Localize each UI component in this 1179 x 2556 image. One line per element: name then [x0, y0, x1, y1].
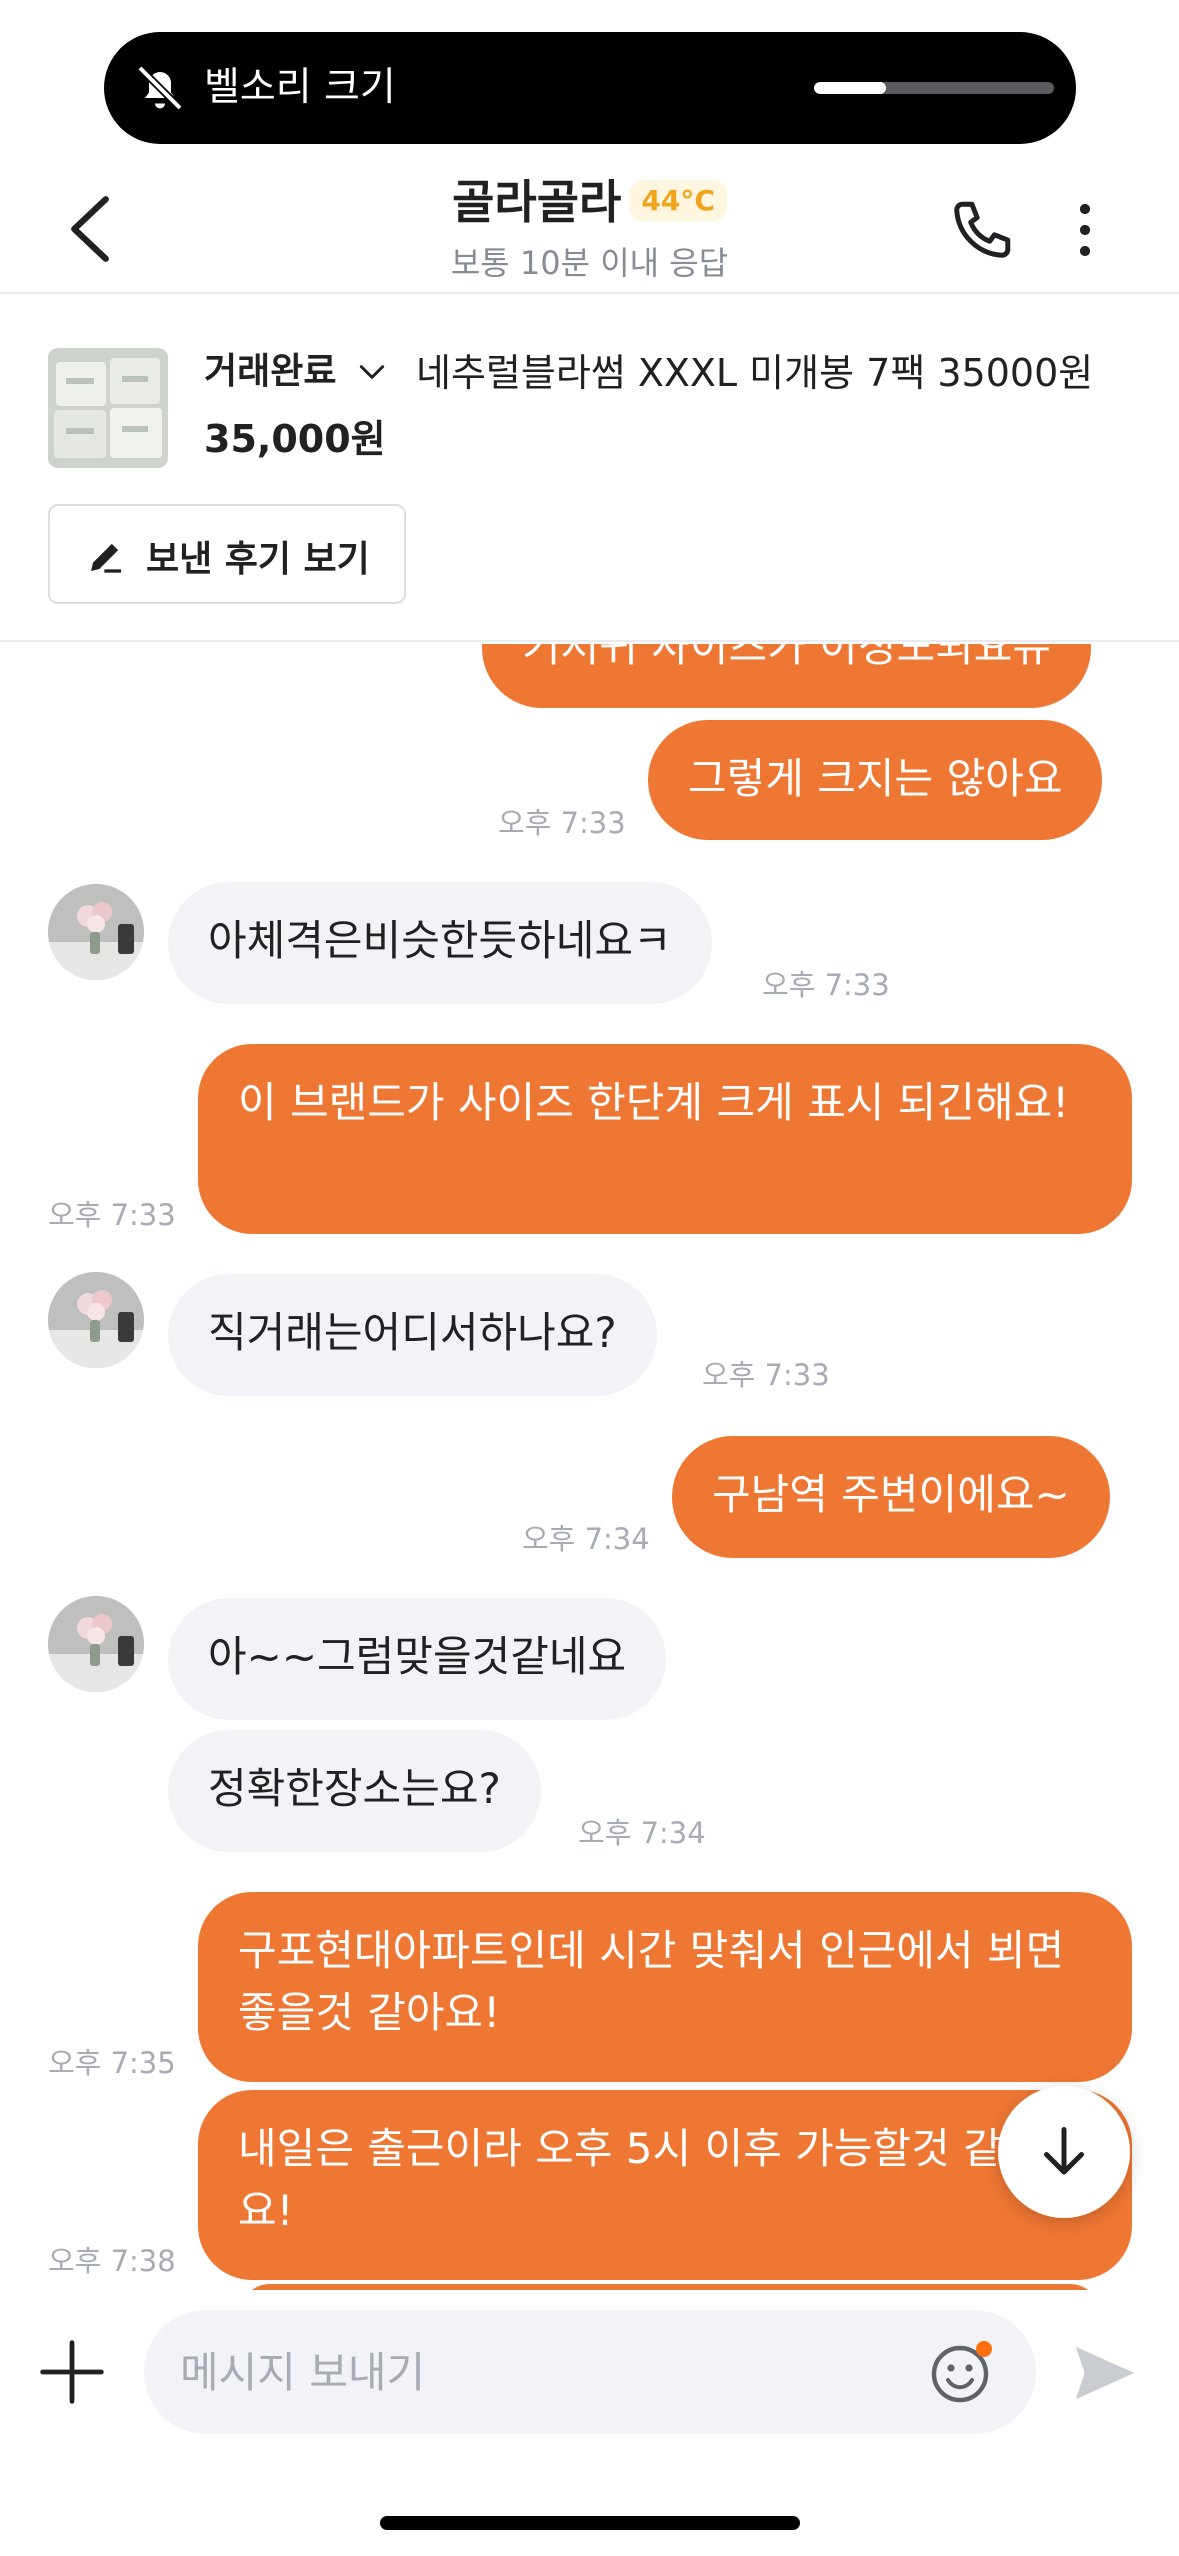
- chat-header: 골라골라 44°C 보통 10분 이내 응답: [0, 150, 1179, 294]
- message-time: 오후 7:33: [498, 806, 626, 840]
- message-time: 오후 7:34: [522, 1522, 650, 1556]
- more-vertical-icon[interactable]: [1070, 200, 1100, 260]
- message-time: 오후 7:35: [48, 2046, 176, 2080]
- home-indicator: [380, 2516, 800, 2530]
- message-time: 오후 7:33: [762, 968, 890, 1002]
- message-time: 오후 7:33: [48, 1198, 176, 1232]
- trade-status[interactable]: 거래완료: [204, 342, 336, 394]
- message-list[interactable]: 기저귀 사이즈가 이정도되요뉴 그렇게 크지는 않아요 오후 7:33 아체격은…: [0, 644, 1179, 2290]
- product-price: 35,000원: [204, 417, 386, 461]
- volume-bar: [814, 82, 1054, 94]
- message-input[interactable]: [144, 2310, 1036, 2434]
- scroll-to-bottom-button[interactable]: [998, 2086, 1130, 2218]
- volume-bar-fill: [814, 82, 886, 94]
- message-composer: [0, 2290, 1179, 2460]
- product-bar[interactable]: 거래완료 네추럴블라썸 XXXL 미개봉 7팩 35000원 35,000원 보…: [0, 296, 1179, 642]
- outgoing-message[interactable]: 기저귀 사이즈가 이정도되요뉴: [482, 644, 1092, 708]
- avatar[interactable]: [48, 1272, 144, 1368]
- incoming-message[interactable]: 아~~그럼맞을것같네요: [168, 1598, 667, 1720]
- incoming-message[interactable]: 직거래는어디서하나요?: [168, 1274, 657, 1396]
- arrow-down-icon: [1044, 2127, 1084, 2175]
- view-sent-review-label: 보낸 후기 보기: [146, 539, 370, 580]
- notification-dot: [976, 2341, 992, 2357]
- phone-icon[interactable]: [948, 194, 1018, 264]
- volume-hud: 벨소리 크기: [104, 32, 1076, 144]
- outgoing-message[interactable]: 구남역 주변이에요~: [672, 1436, 1110, 1558]
- incoming-message[interactable]: 아체격은비슷한듯하네요ㅋ: [168, 882, 712, 1004]
- avatar[interactable]: [48, 884, 144, 980]
- bell-off-icon: [137, 65, 183, 111]
- chevron-down-icon[interactable]: [356, 356, 388, 388]
- plus-icon[interactable]: [40, 2340, 104, 2404]
- message-time: 오후 7:34: [578, 1816, 706, 1850]
- message-time: 오후 7:33: [702, 1358, 830, 1392]
- manner-temperature-badge: 44°C: [629, 180, 727, 221]
- send-icon[interactable]: [1070, 2338, 1140, 2408]
- emoji-icon[interactable]: [930, 2340, 996, 2406]
- hud-label: 벨소리 크기: [204, 65, 396, 110]
- view-sent-review-button[interactable]: 보낸 후기 보기: [48, 504, 406, 604]
- product-title: 네추럴블라썸 XXXL 미개봉 7팩 35000원: [416, 351, 1094, 395]
- pen-icon: [91, 543, 121, 573]
- outgoing-message[interactable]: 구포현대아파트인데 시간 맞춰서 인근에서 뵈면 좋을것 같아요!: [198, 1892, 1132, 2082]
- outgoing-message[interactable]: 그렇게 크지는 않아요: [648, 720, 1103, 840]
- avatar[interactable]: [48, 1596, 144, 1692]
- incoming-message[interactable]: 정확한장소는요?: [168, 1730, 541, 1852]
- chat-partner-name[interactable]: 골라골라: [452, 175, 621, 229]
- outgoing-message[interactable]: 이 브랜드가 사이즈 한단계 크게 표시 되긴해요!: [198, 1044, 1132, 1234]
- outgoing-message[interactable]: 내일은 출근이라 오후 5시 이후 가능할것 같구요!: [198, 2090, 1132, 2280]
- product-thumbnail[interactable]: [48, 348, 168, 468]
- message-time: 오후 7:38: [48, 2244, 176, 2278]
